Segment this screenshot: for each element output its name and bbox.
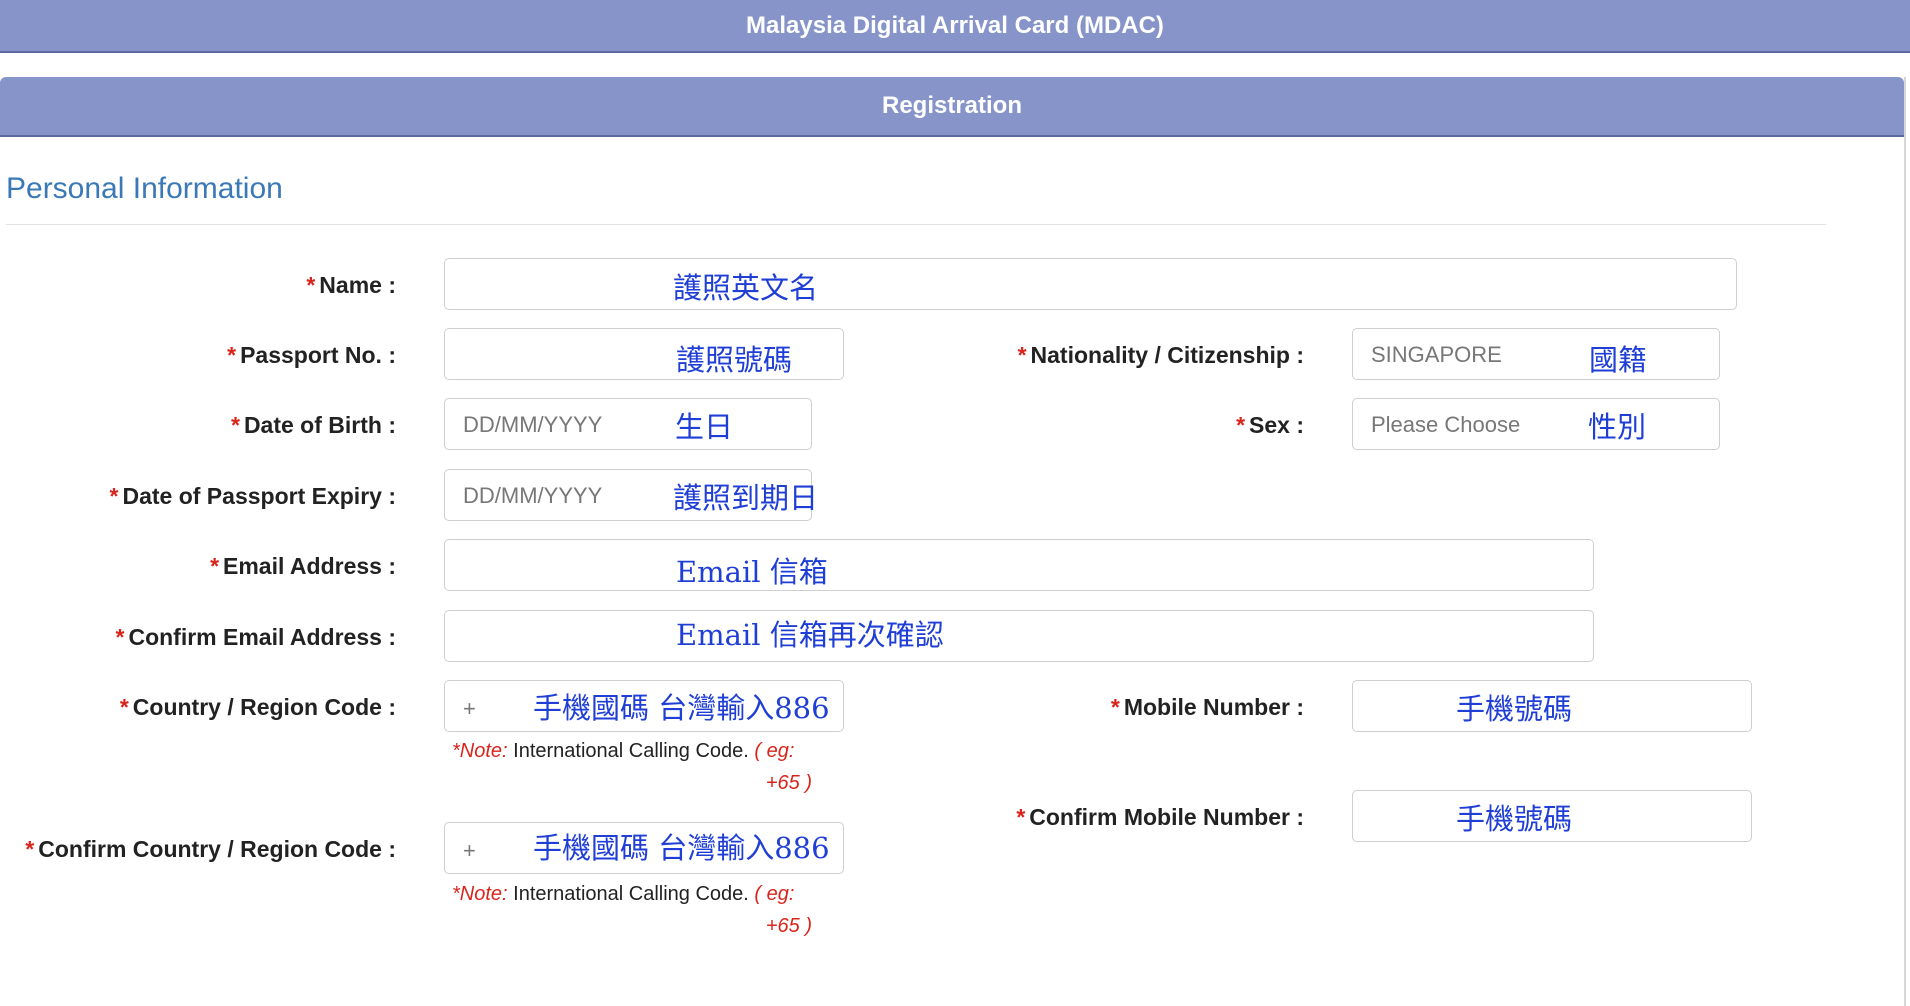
nationality-value: SINGAPORE	[1371, 342, 1502, 367]
passport-expiry-label-text: Date of Passport Expiry :	[122, 483, 396, 509]
confirm-mobile-annotation: 手機號碼	[1456, 802, 1573, 836]
required-mark: *	[1110, 694, 1120, 720]
note-prefix: *Note:	[452, 740, 508, 762]
note-example-open: ( eg:	[754, 740, 795, 762]
required-mark: *	[109, 483, 119, 509]
required-mark: *	[119, 694, 129, 720]
nationality-select[interactable]: SINGAPORE	[1352, 328, 1720, 380]
required-mark: *	[25, 836, 35, 862]
mobile-label-text: Mobile Number :	[1123, 694, 1304, 720]
panel-title: Registration	[881, 92, 1022, 119]
country-code-note: *Note: International Calling Code. ( eg:…	[452, 735, 812, 799]
passport-no-label-text: Passport No. :	[240, 342, 396, 368]
confirm-email-input[interactable]	[444, 610, 1594, 662]
name-input[interactable]	[444, 258, 1737, 310]
dob-placeholder: DD/MM/YYYY	[463, 412, 603, 437]
required-mark: *	[230, 412, 240, 438]
dob-label: * Date of Birth :	[231, 410, 396, 440]
country-code-annotation: 手機國碼 台灣輸入886	[533, 691, 830, 725]
passport-expiry-annotation: 護照到期日	[673, 481, 819, 515]
required-mark: *	[1236, 412, 1246, 438]
confirm-country-code-label-text: Confirm Country / Region Code :	[38, 836, 396, 862]
confirm-country-code-annotation: 手機國碼 台灣輸入886	[533, 831, 830, 865]
country-code-label-text: Country / Region Code :	[132, 694, 396, 720]
confirm-mobile-label-text: Confirm Mobile Number :	[1029, 804, 1304, 830]
sex-select[interactable]: Please Choose	[1352, 398, 1720, 450]
panel-border	[1904, 77, 1906, 1006]
nationality-label-text: Nationality / Citizenship :	[1030, 342, 1304, 368]
registration-panel-header: Registration	[0, 77, 1904, 137]
sex-annotation: 性別	[1588, 410, 1647, 444]
passport-no-label: * Passport No. :	[227, 340, 396, 370]
sex-label: * Sex :	[1236, 410, 1304, 440]
section-divider	[6, 224, 1826, 225]
name-label-text: Name :	[319, 272, 396, 298]
dob-input[interactable]: DD/MM/YYYY	[444, 398, 812, 450]
nationality-label: * Nationality / Citizenship :	[1018, 340, 1304, 370]
note-example-value: +65 )	[765, 915, 812, 937]
confirm-country-code-note: *Note: International Calling Code. ( eg:…	[452, 878, 812, 942]
note-example-open: ( eg:	[754, 883, 795, 905]
note-text: International Calling Code.	[507, 883, 755, 905]
required-mark: *	[1017, 342, 1027, 368]
dob-label-text: Date of Birth :	[243, 412, 396, 438]
app-title-bar: Malaysia Digital Arrival Card (MDAC)	[0, 0, 1910, 53]
required-mark: *	[210, 553, 220, 579]
mobile-annotation: 手機號碼	[1456, 692, 1573, 726]
required-mark: *	[227, 342, 237, 368]
email-label: * Email Address :	[210, 551, 396, 581]
country-code-label: * Country / Region Code :	[120, 692, 396, 722]
passport-no-annotation: 護照號碼	[676, 343, 793, 377]
plus-prefix: +	[463, 696, 476, 721]
email-input[interactable]	[444, 539, 1594, 591]
sex-placeholder: Please Choose	[1371, 412, 1521, 437]
confirm-country-code-label: * Confirm Country / Region Code :	[25, 834, 396, 864]
mobile-label: * Mobile Number :	[1111, 692, 1304, 722]
confirm-email-label-text: Confirm Email Address :	[128, 624, 396, 650]
app-title: Malaysia Digital Arrival Card (MDAC)	[746, 11, 1164, 39]
confirm-email-label: * Confirm Email Address :	[116, 622, 397, 652]
section-title: Personal Information	[6, 172, 283, 205]
nationality-annotation: 國籍	[1589, 343, 1648, 377]
note-text: International Calling Code.	[507, 740, 755, 762]
email-annotation: Email 信箱	[676, 555, 828, 589]
confirm-email-annotation: Email 信箱再次確認	[676, 618, 944, 652]
passport-expiry-placeholder: DD/MM/YYYY	[463, 483, 603, 508]
email-label-text: Email Address :	[223, 553, 396, 579]
sex-label-text: Sex :	[1249, 412, 1304, 438]
required-mark: *	[306, 272, 316, 298]
passport-expiry-label: * Date of Passport Expiry :	[110, 481, 396, 511]
dob-annotation: 生日	[675, 410, 734, 444]
confirm-mobile-label: * Confirm Mobile Number :	[1016, 802, 1304, 832]
plus-prefix: +	[463, 838, 476, 863]
name-label: * Name :	[306, 270, 396, 300]
required-mark: *	[115, 624, 125, 650]
note-example-value: +65 )	[765, 772, 812, 794]
name-annotation: 護照英文名	[673, 271, 819, 305]
required-mark: *	[1016, 804, 1026, 830]
note-prefix: *Note:	[452, 883, 508, 905]
